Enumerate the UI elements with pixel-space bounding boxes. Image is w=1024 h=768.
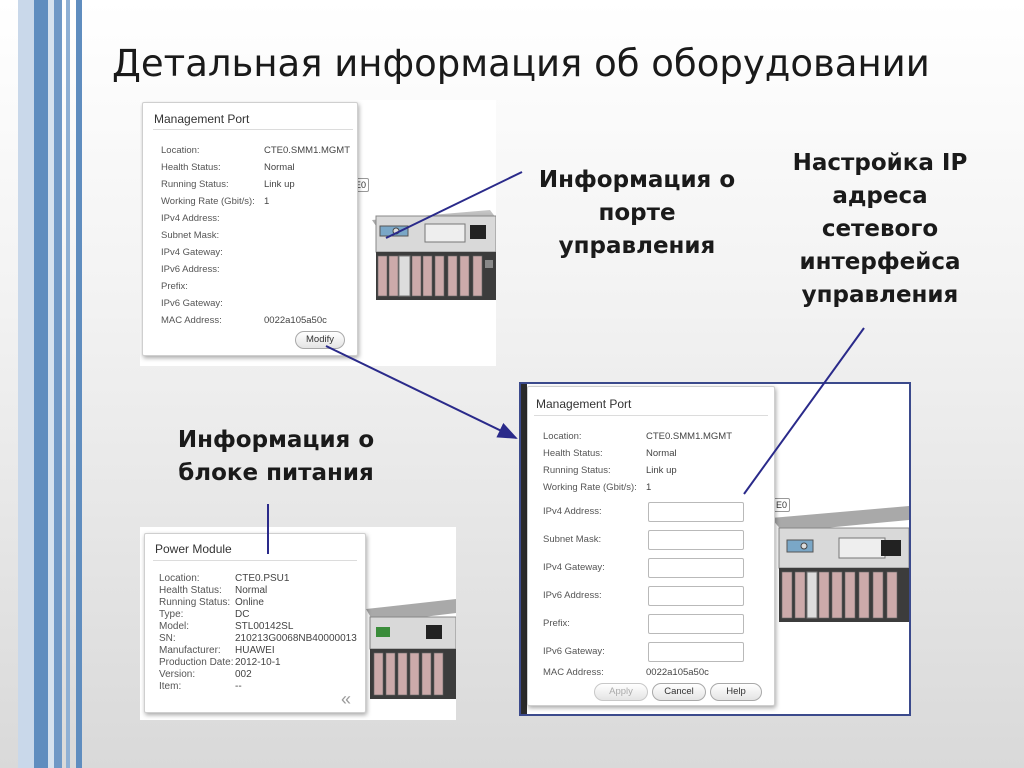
mgmt-port-info-panel: Management Port Location: CTE0.SMM1.MGMT… (142, 102, 358, 356)
field-label-version: Version: (159, 669, 196, 680)
field-label-location: Location: (161, 145, 200, 156)
field-label-location: Location: (543, 431, 582, 442)
caption-line: Настройка IP (792, 150, 968, 176)
field-label-ipv4: IPv4 Address: (161, 213, 220, 224)
field-value-health: Normal (264, 162, 295, 173)
field-value-manufacturer: HUAWEI (235, 645, 275, 656)
field-label-ipv6-gateway: IPv6 Gateway: (161, 298, 223, 309)
caption-line: блоке питания (178, 460, 374, 486)
field-label-rate: Working Rate (Gbit/s): (543, 482, 637, 493)
mgmt-port-edit-panel: Management Port Location: CTE0.SMM1.MGMT… (527, 386, 775, 706)
caption-line: управления (558, 233, 716, 259)
input-label-ipv6: IPv6 Address: (543, 590, 602, 601)
decor-stripe-light (18, 0, 34, 768)
power-module-screenshot: Power Module Location: CTE0.PSU1 Health … (140, 527, 456, 720)
field-value-mac: 0022a105a50c (646, 667, 709, 678)
decor-stripe-main (34, 0, 48, 768)
decor-stripe-dark (54, 0, 62, 768)
input-label-ipv6-gateway: IPv6 Gateway: (543, 646, 605, 657)
panel-divider (153, 129, 353, 130)
field-value-health: Normal (235, 585, 268, 596)
ipv6-address-input[interactable] (648, 586, 744, 606)
panel-divider (534, 415, 768, 416)
panel-divider (153, 560, 357, 561)
power-module-panel: Power Module Location: CTE0.PSU1 Health … (144, 533, 366, 713)
input-label-prefix: Prefix: (543, 618, 570, 629)
field-label-sn: SN: (159, 633, 176, 644)
field-value-sn: 210213G0068NB40000013 (235, 633, 357, 644)
caption-line: управления (801, 282, 959, 308)
input-label-ipv4: IPv4 Address: (543, 506, 602, 517)
field-label-ipv6: IPv6 Address: (161, 264, 220, 275)
field-value-type: DC (235, 609, 250, 620)
subnet-mask-input[interactable] (648, 530, 744, 550)
field-value-production-date: 2012-10-1 (235, 657, 281, 668)
panel-title: Power Module (155, 542, 232, 556)
slide-title: Детальная информация об оборудовании (112, 42, 930, 85)
field-label-rate: Working Rate (Gbit/s): (161, 196, 255, 207)
mgmt-port-screenshot: E0 Management Port Location: CTE0.SMM1.M… (140, 100, 496, 366)
double-chevron-left-icon[interactable]: « (341, 689, 351, 710)
input-label-ipv4-gateway: IPv4 Gateway: (543, 562, 605, 573)
field-label-ipv4-gateway: IPv4 Gateway: (161, 247, 223, 258)
field-label-mac: MAC Address: (161, 315, 222, 326)
caption-line: сетевого (821, 216, 939, 242)
field-label-manufacturer: Manufacturer: (159, 645, 221, 656)
field-value-health: Normal (646, 448, 677, 459)
field-label-running: Running Status: (543, 465, 611, 476)
field-value-running: Online (235, 597, 264, 608)
field-label-location: Location: (159, 573, 200, 584)
field-label-production-date: Production Date: (159, 657, 234, 668)
field-label-health: Health Status: (543, 448, 603, 459)
field-label-running: Running Status: (159, 597, 231, 608)
panel-title: Management Port (536, 397, 632, 411)
field-value-running: Link up (264, 179, 295, 190)
field-value-model: STL00142SL (235, 621, 294, 632)
ipv4-address-input[interactable] (648, 502, 744, 522)
field-label-running: Running Status: (161, 179, 229, 190)
help-button[interactable]: Help (710, 683, 762, 701)
mgmt-port-edit-screenshot: E0 Management Port Location: CTE0.SMM1.M… (519, 382, 911, 716)
decor-stripe-thin-2 (76, 0, 82, 768)
field-value-location: CTE0.SMM1.MGMT (264, 145, 351, 156)
apply-button[interactable]: Apply (594, 683, 648, 701)
decor-stripe-thin (66, 0, 70, 768)
field-value-mac: 0022a105a50c (264, 315, 327, 326)
caption-line: интерфейса (799, 249, 961, 275)
cancel-button[interactable]: Cancel (652, 683, 706, 701)
ipv6-gateway-input[interactable] (648, 642, 744, 662)
caption-ip-settings: Настройка IP адреса сетевого интерфейса … (772, 147, 988, 312)
field-value-item: -- (235, 681, 242, 692)
modify-button[interactable]: Modify (295, 331, 345, 349)
field-value-location: CTE0.SMM1.MGMT (646, 431, 733, 442)
field-value-version: 002 (235, 669, 252, 680)
field-label-subnet: Subnet Mask: (161, 230, 220, 241)
panel-title: Management Port (154, 112, 250, 126)
caption-line: Информация о (538, 167, 736, 193)
field-label-item: Item: (159, 681, 182, 692)
caption-power-info: Информация о блоке питания (158, 424, 394, 490)
field-label-prefix: Prefix: (161, 281, 188, 292)
field-label-health: Health Status: (161, 162, 221, 173)
field-label-health: Health Status: (159, 585, 222, 596)
field-label-mac: MAC Address: (543, 667, 604, 678)
prefix-input[interactable] (648, 614, 744, 634)
caption-line: порте (598, 200, 676, 226)
ipv4-gateway-input[interactable] (648, 558, 744, 578)
device-label-tag: E0 (773, 498, 791, 512)
field-value-rate: 1 (646, 482, 652, 493)
input-label-subnet: Subnet Mask: (543, 534, 602, 545)
field-label-model: Model: (159, 621, 190, 632)
field-value-location: CTE0.PSU1 (235, 573, 290, 584)
field-value-rate: 1 (264, 196, 270, 207)
caption-line: Информация о (177, 427, 375, 453)
caption-mgmt-port-info: Информация о порте управления (520, 164, 754, 263)
field-label-type: Type: (159, 609, 184, 620)
caption-line: адреса (832, 183, 928, 209)
field-value-running: Link up (646, 465, 677, 476)
